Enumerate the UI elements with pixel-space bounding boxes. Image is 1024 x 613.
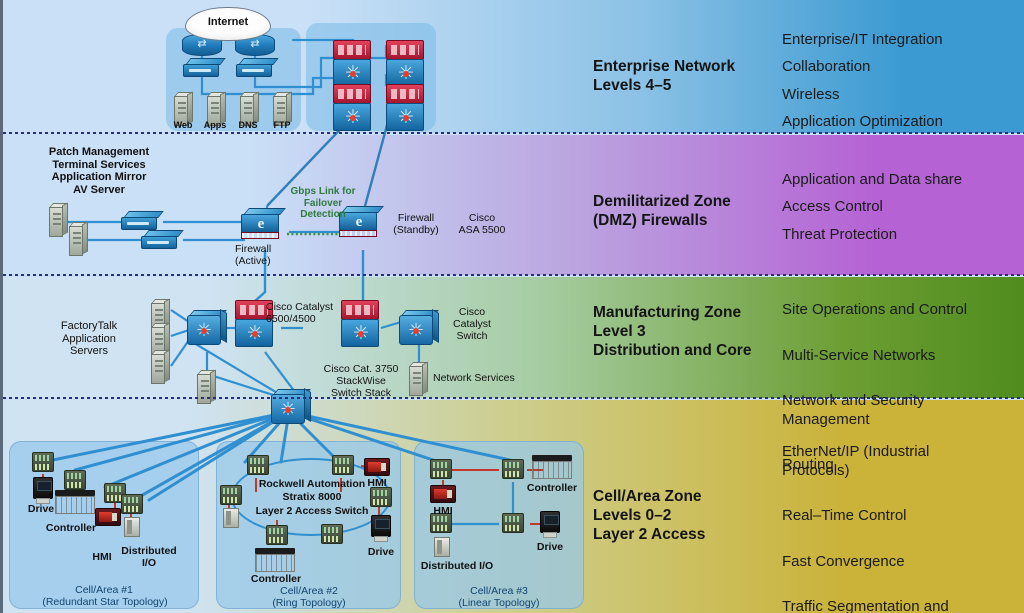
cell3-dio-label: Distributed I/O xyxy=(420,560,494,572)
zone-bullet: Application and Data share xyxy=(782,171,963,188)
cell2-topology-label: (Ring Topology) xyxy=(272,597,346,609)
factorytalk-label: FactoryTalk Application Servers xyxy=(60,320,118,358)
cell3-topology-label: (Linear Topology) xyxy=(458,597,540,609)
zone-bullet: Threat Protection xyxy=(782,225,898,243)
stratix-switch-icon xyxy=(266,525,288,545)
zone-bullet: Multi-Service Networks xyxy=(782,346,936,364)
network-architecture-diagram: Enterprise Network Levels 4–5 Enterprise… xyxy=(0,0,1024,613)
server-label-web: Web xyxy=(173,120,193,130)
catalyst-core-label: Cisco Catalyst 6500/4500 xyxy=(266,301,334,326)
drive-icon xyxy=(540,511,560,539)
stratix-switch-icon xyxy=(332,455,354,475)
zone-title-manufacturing: Manufacturing Zone Level 3 Distribution … xyxy=(593,304,752,359)
server-label-apps: Apps xyxy=(203,120,227,130)
switch-icon-dmz-1 xyxy=(121,211,164,231)
server-label-ftp: FTP xyxy=(273,120,291,130)
zone-bullets-dmz: Application and Data share Access Contro… xyxy=(782,171,962,253)
cell1-name-label: Cell/Area #1 xyxy=(75,584,133,596)
zone-divider-2 xyxy=(3,274,1024,276)
stratix-switch-icon xyxy=(502,513,524,533)
dmz-servers-label: Patch Management Terminal Services Appli… xyxy=(48,146,150,196)
cisco-asa-label: Cisco ASA 5500 xyxy=(458,212,506,237)
cell1-hmi-label: HMI xyxy=(92,551,112,563)
zone-bullet: Access Control xyxy=(782,198,883,216)
server-label-dns: DNS xyxy=(238,120,258,130)
stratix-switch-icon xyxy=(32,452,54,472)
hmi-icon xyxy=(430,485,456,503)
stratix-switch-icon xyxy=(502,459,524,479)
firewall-standby-label: Firewall (Standby) xyxy=(393,212,439,237)
server-icon-network-services xyxy=(408,361,429,396)
distributed-io-icon xyxy=(124,517,140,537)
cell3-drive-label: Drive xyxy=(536,541,564,553)
zone-divider-3 xyxy=(3,397,1024,399)
catalyst-switch-icon: ✳ xyxy=(399,308,439,348)
zone-bullets-enterprise: Enterprise/IT Integration Collaboration … xyxy=(782,31,943,140)
zone-bullet: Enterprise/IT Integration xyxy=(782,31,943,48)
core-switch-icon: ✳ xyxy=(386,84,426,132)
zone-title-enterprise: Enterprise Network Levels 4–5 xyxy=(593,58,736,94)
drive-icon xyxy=(371,515,391,543)
cell2-controller-label: Controller xyxy=(250,573,302,585)
hmi-icon xyxy=(364,458,390,476)
cell2-name-label: Cell/Area #2 xyxy=(280,585,338,597)
internet-cloud-label: Internet xyxy=(207,16,249,28)
cell3-controller-label: Controller xyxy=(526,482,578,494)
switch-icon xyxy=(183,58,226,78)
cell3-hmi-label: HMI xyxy=(433,505,453,517)
drive-icon xyxy=(33,477,53,505)
zone-bullet: Site Operations and Control xyxy=(782,301,968,319)
zone-divider-1 xyxy=(3,132,1024,134)
failover-link-label: Gbps Link for Failover Detection xyxy=(290,186,356,220)
stackwise-label: Cisco Cat. 3750 StackWise Switch Stack xyxy=(323,363,399,400)
cell1-dio-label: Distributed I/O xyxy=(121,545,177,570)
core-switch-icon: ✳ xyxy=(386,40,426,88)
network-services-label: Network Services xyxy=(433,372,515,384)
cell1-topology-label: (Redundant Star Topology) xyxy=(42,596,168,608)
zone-bullet: Application Optimization xyxy=(782,112,943,130)
core-switch-icon: ✳ xyxy=(333,84,373,132)
server-icon-factorytalk-3 xyxy=(150,349,171,384)
core-switch-icon: ✳ xyxy=(333,40,373,88)
stratix-switch-icon xyxy=(321,524,343,544)
internet-cloud: Internet xyxy=(185,7,271,41)
server-icon-dmz-1 xyxy=(48,202,69,237)
zone-bullet: Traffic Segmentation and Management xyxy=(782,598,949,613)
zone-bullets-cellarea: EtherNet/IP (Industrial Protocols) Real–… xyxy=(782,425,949,613)
zone-bullet: Real–Time Control xyxy=(782,507,907,525)
distributed-io-icon xyxy=(223,508,239,528)
zone-bullet: Wireless xyxy=(782,85,840,103)
zone-title-cellarea: Cell/Area Zone Levels 0–2 Layer 2 Access xyxy=(593,488,706,543)
stratix-switch-icon xyxy=(121,494,143,514)
zone-bullet: Collaboration xyxy=(782,58,871,76)
multilayer-switch-icon-access: ✳ xyxy=(187,308,227,348)
catalyst-switch-label: Cisco Catalyst Switch xyxy=(453,306,491,343)
controller-icon xyxy=(532,455,572,479)
stratix-8000-label: Rockwell Automation Stratix 8000 Layer 2… xyxy=(255,478,369,517)
cell2-drive-label: Drive xyxy=(367,546,395,558)
switch-icon xyxy=(236,58,279,78)
cell3-name-label: Cell/Area #3 xyxy=(470,585,528,597)
stackwise-switch-stack-icon: ✳ xyxy=(271,387,311,427)
switch-icon-dmz-2 xyxy=(141,230,184,250)
server-icon-dmz-2 xyxy=(68,221,89,256)
cell1-drive-label: Drive xyxy=(27,503,55,515)
controller-icon xyxy=(255,548,295,572)
cell1-controller-label: Controller xyxy=(45,522,97,534)
stratix-switch-icon xyxy=(430,459,452,479)
stratix-switch-icon xyxy=(247,455,269,475)
zone-title-dmz: Demilitarized Zone (DMZ) Firewalls xyxy=(593,193,731,229)
stratix-switch-icon xyxy=(64,470,86,490)
distributed-io-icon xyxy=(434,537,450,557)
firewall-active-label: Firewall (Active) xyxy=(235,243,272,268)
zone-bullet: EtherNet/IP (Industrial Protocols) xyxy=(782,443,930,479)
zone-bullet: Fast Convergence xyxy=(782,552,905,570)
